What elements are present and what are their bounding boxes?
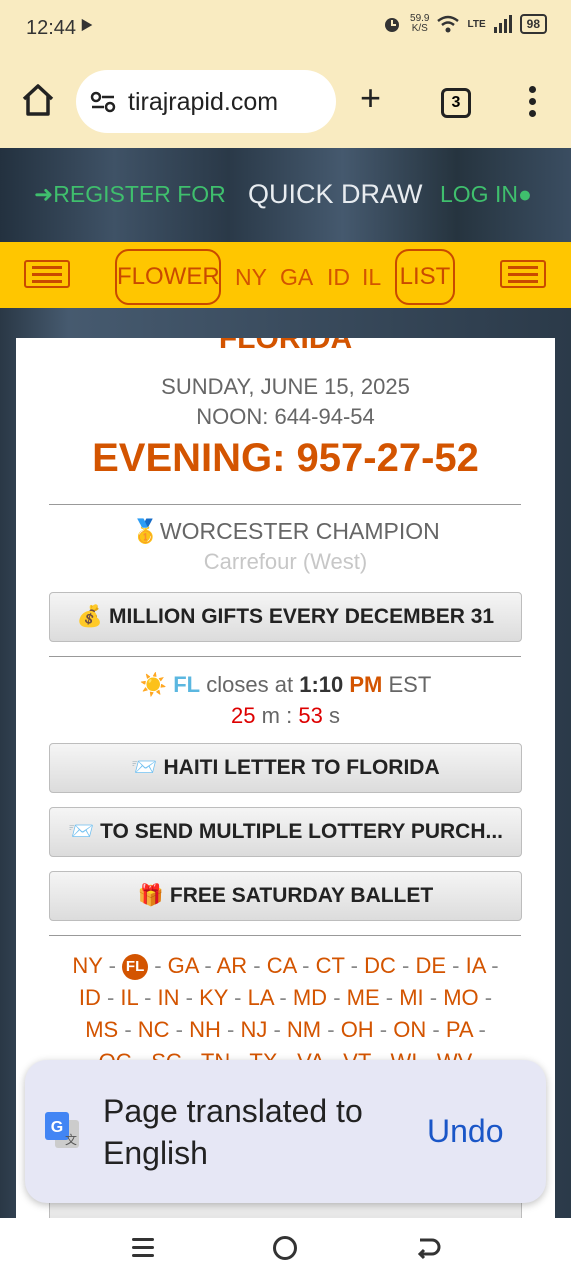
new-tab-button[interactable]: + [360,80,381,116]
multiple-lottery-button[interactable]: 📨 TO SEND MULTIPLE LOTTERY PURCH... [49,807,522,857]
wifi-icon [437,15,460,33]
champion-line: 🥇WORCESTER CHAMPION [131,518,440,544]
nav-state-ny[interactable]: NY [235,264,267,291]
state-link[interactable]: IL [120,985,138,1010]
state-link[interactable]: DC [364,953,396,978]
champion-location: Carrefour (West) [203,549,368,574]
state-link[interactable]: MS [85,1017,118,1042]
right-menu-icon[interactable] [500,260,546,288]
free-ballet-button[interactable]: 🎁 FREE SATURDAY BALLET [49,871,522,921]
notification-icon: ⯈ [78,16,94,38]
state-link[interactable]: NM [287,1017,321,1042]
envelope-icon: 📨 [131,756,158,779]
state-links-row: NY - FL - GA - AR - CA - CT - DC - DE - … [49,950,522,982]
state-links-row: MS - NC - NH - NJ - NM - OH - ON - PA - [85,1017,486,1042]
state-link[interactable]: PA [446,1017,473,1042]
state-link[interactable]: CA [267,953,296,978]
state-link[interactable]: GA [168,953,199,978]
evening-result: EVENING: 957-27-52 [92,436,479,480]
state-link[interactable]: AR [217,953,248,978]
recent-apps-icon[interactable] [132,1238,154,1258]
google-translate-icon: G 文 [45,1112,79,1148]
nav-state-id[interactable]: ID [327,264,350,291]
state-link[interactable]: MD [293,985,327,1010]
address-bar[interactable]: tirajrapid.com [76,70,336,133]
money-bag-icon: 💰 [76,605,104,628]
browser-toolbar: tirajrapid.com + 3 [0,58,571,148]
home-circle-icon[interactable] [273,1236,297,1260]
sign-in-arrow-icon: ➜ [34,181,54,207]
state-link[interactable]: MI [399,985,423,1010]
divider [49,656,521,657]
translate-message: Page translated to English [103,1093,363,1171]
draw-date: SUNDAY, JUNE 15, 2025 [161,374,410,399]
nav-state-il[interactable]: IL [362,264,381,291]
state-link[interactable]: MO [443,985,478,1010]
medal-icon: 🥇 [131,518,160,544]
gift-icon: 🎁 [137,884,164,907]
back-icon[interactable] [414,1234,442,1262]
state-link[interactable]: KY [199,985,228,1010]
million-gifts-button[interactable]: 💰 MILLION GIFTS EVERY DECEMBER 31 [49,592,522,642]
tab-switcher-button[interactable]: 3 [441,88,471,118]
state-link[interactable]: ME [347,985,380,1010]
alarm-icon [385,18,400,32]
undo-button[interactable]: Undo [427,1113,504,1150]
battery-indicator: 98 [519,14,547,34]
status-bar: 12:44 ⯈ 59.9 K/S LTE 98 [0,0,571,58]
url-text[interactable]: tirajrapid.com [128,88,278,117]
state-link[interactable]: NY [72,953,102,978]
quick-draw-title[interactable]: QUICK DRAW [248,179,423,210]
state-link[interactable]: CT [316,953,345,978]
network-type: LTE [467,18,486,30]
state-links: NY - FL - GA - AR - CA - CT - DC - DE - … [49,950,522,1078]
sun-icon: ☀️ [139,672,168,697]
network-speed: 59.9 K/S [410,13,430,34]
state-link[interactable]: IN [158,985,180,1010]
state-link[interactable]: ON [393,1017,426,1042]
svg-text:G: G [51,1119,63,1136]
left-menu-icon[interactable] [24,260,70,288]
translate-toast: G 文 Page translated to English Undo [25,1060,546,1203]
state-link[interactable]: NH [189,1017,221,1042]
state-link-active[interactable]: FL [122,954,149,981]
state-heading: FLORIDA [218,338,353,355]
divider [49,935,521,936]
envelope-icon: 📨 [67,820,95,843]
countdown-timer: 25 m : 53 s [231,703,340,728]
site-settings-icon[interactable] [90,90,116,114]
user-icon: ● [517,181,532,207]
list-nav-button[interactable]: LIST [395,249,455,305]
state-links-row: ID - IL - IN - KY - LA - MD - ME - MI - … [78,985,493,1010]
register-link[interactable]: ➜REGISTER FOR [34,181,226,208]
status-time: 12:44 [26,17,77,39]
browser-menu-icon[interactable] [527,86,537,120]
state-link[interactable]: NJ [240,1017,267,1042]
nav-state-ga[interactable]: GA [280,264,313,291]
system-nav-bar [0,1218,571,1280]
closing-time: ☀️ FL closes at 1:10 PM EST [139,672,432,697]
home-icon[interactable] [20,82,56,118]
state-nav-bar: FLOWER NY GA ID IL LIST [0,242,571,308]
state-link[interactable]: OH [341,1017,374,1042]
status-icons: 59.9 K/S LTE 98 [382,14,547,34]
state-link[interactable]: ID [79,985,101,1010]
site-header: ➜REGISTER FOR QUICK DRAW LOG IN● [0,148,571,242]
state-link[interactable]: DE [415,953,446,978]
noon-result: NOON: 644-94-54 [196,404,375,429]
divider [49,504,521,505]
haiti-letter-button[interactable]: 📨 HAITI LETTER TO FLORIDA [49,743,522,793]
login-link[interactable]: LOG IN● [440,181,532,208]
state-link[interactable]: IA [466,953,486,978]
state-link[interactable]: LA [248,985,274,1010]
signal-icon [493,15,512,33]
svg-text:文: 文 [65,1132,77,1147]
flower-nav-button[interactable]: FLOWER [115,249,221,305]
state-link[interactable]: NC [138,1017,170,1042]
